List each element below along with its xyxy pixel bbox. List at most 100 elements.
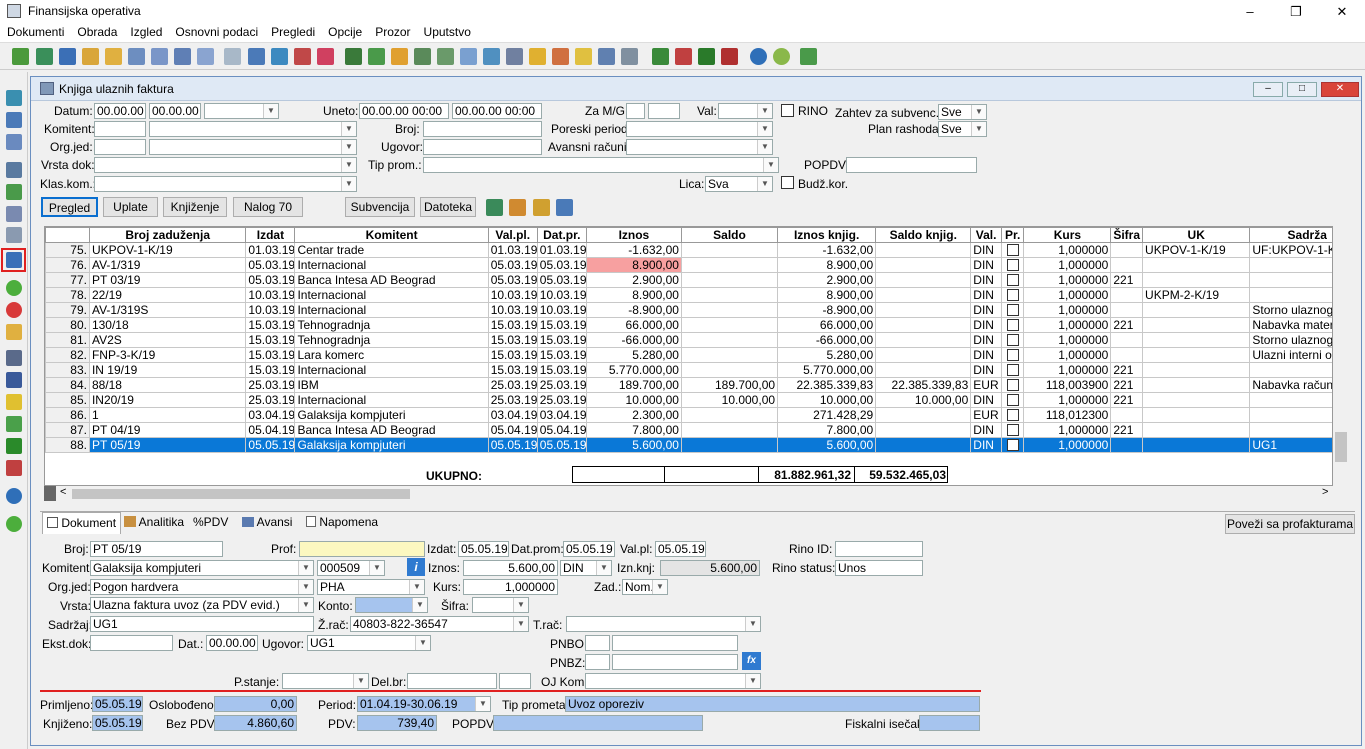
toolbar-icon[interactable]	[652, 48, 669, 65]
zahtev-select[interactable]: Sve ▼	[938, 104, 987, 120]
toolbar-icon[interactable]	[248, 48, 265, 65]
toolbar-icon[interactable]	[437, 48, 454, 65]
cell-pr[interactable]	[1000, 242, 1025, 258]
pr-checkbox[interactable]	[1006, 379, 1019, 392]
val-select[interactable]: ▼	[718, 103, 773, 119]
toolbar-icon[interactable]	[529, 48, 546, 65]
avansni-select[interactable]: ▼	[626, 139, 773, 155]
col-header[interactable]: Sadrža	[1249, 227, 1332, 243]
toolbar-icon[interactable]	[460, 48, 477, 65]
toolbar-icon[interactable]	[391, 48, 408, 65]
table-row[interactable]: 77. PT 03/19 05.03.19 Banca Intesa AD Beogr…	[45, 272, 1332, 288]
toolbar-icon[interactable]	[6, 227, 22, 243]
search-icon[interactable]	[6, 350, 22, 366]
pnbz-model-input[interactable]	[585, 654, 610, 670]
col-header[interactable]: Val.	[970, 227, 1002, 243]
toolbar-icon[interactable]	[105, 48, 122, 65]
zad-select[interactable]: Nom. ▼	[622, 579, 668, 595]
pr-checkbox[interactable]	[1006, 334, 1019, 347]
orgjed-select[interactable]: ▼	[149, 139, 357, 155]
col-header[interactable]: Saldo knjig.	[875, 227, 972, 243]
toolbar-icon[interactable]	[12, 48, 29, 65]
toolbar-icon[interactable]	[552, 48, 569, 65]
ugovor-filter-input[interactable]	[423, 139, 542, 155]
table-row[interactable]: 78. 22/19 10.03.19 Internacional 10.03.19 10.…	[45, 287, 1332, 303]
lica-select[interactable]: Sva ▼	[705, 176, 773, 192]
col-header[interactable]: Val.pl.	[487, 227, 538, 243]
period-select[interactable]: 01.04.19-30.06.19 ▼	[357, 696, 491, 712]
toolbar-icon[interactable]	[36, 48, 53, 65]
table-row[interactable]: 75. UKPOV-1-K/19 01.03.19 Centar trade 01.03…	[45, 242, 1332, 258]
window-minimize-button[interactable]: –	[1253, 82, 1283, 97]
pr-checkbox[interactable]	[1006, 244, 1019, 257]
toolbar-icon[interactable]	[345, 48, 362, 65]
menu-izgled[interactable]: Izgled	[123, 23, 168, 39]
col-header[interactable]: Kurs	[1023, 227, 1112, 243]
menu-pregledi[interactable]: Pregledi	[264, 23, 321, 39]
toolbar-icon[interactable]	[773, 48, 790, 65]
nalog-button[interactable]: Nalog 70	[233, 197, 303, 217]
table-row[interactable]: 88. PT 05/19 05.05.19 Galaksija kompjuteri 0…	[45, 437, 1332, 453]
subvencija-button[interactable]: Subvencija	[345, 197, 415, 217]
datoteka-button[interactable]: Datoteka	[420, 197, 476, 217]
scroll-thumb[interactable]	[1335, 432, 1347, 462]
cell-pr[interactable]	[1000, 422, 1025, 438]
cell-pr[interactable]	[1000, 272, 1025, 288]
table-row[interactable]: 82. FNP-3-K/19 15.03.19 Lara komerc 15.03.19…	[45, 347, 1332, 363]
table-row[interactable]: 81. AV2S 15.03.19 Tehnogradnja 15.03.19 15.03…	[45, 332, 1332, 348]
broj-filter-input[interactable]	[423, 121, 542, 137]
table-row[interactable]: 80. 130/18 15.03.19 Tehnogradnja 15.03.19 15.…	[45, 317, 1332, 333]
tab-napomena[interactable]: Napomena	[302, 512, 382, 534]
pnbo-input[interactable]	[612, 635, 738, 651]
menu-obrada[interactable]: Obrada	[70, 23, 123, 39]
invoice-grid[interactable]: Broj zaduženja Izdat Komitent Val.pl. Da…	[44, 226, 1333, 486]
toolbar-icon[interactable]	[598, 48, 615, 65]
datum-from-input[interactable]: 00.00.00	[94, 103, 146, 119]
datum-select[interactable]: ▼	[204, 103, 279, 119]
konto-select[interactable]: ▼	[355, 597, 428, 613]
pr-checkbox[interactable]	[1006, 364, 1019, 377]
datprom-input[interactable]: 05.05.19	[563, 541, 615, 557]
edit-icon[interactable]	[6, 324, 22, 340]
pr-checkbox[interactable]	[1006, 439, 1019, 452]
popdv-filter-input[interactable]	[846, 157, 977, 173]
tab-dokument[interactable]: Dokument	[42, 512, 122, 534]
col-header[interactable]: Iznos	[585, 227, 682, 243]
sifra-select[interactable]: ▼	[472, 597, 529, 613]
plan-select[interactable]: Sve ▼	[938, 121, 987, 137]
help-icon[interactable]	[750, 48, 767, 65]
toolbar-icon[interactable]	[6, 438, 22, 454]
iznos-input[interactable]: 5.600,00	[463, 560, 558, 576]
toolbar-icon[interactable]	[698, 48, 715, 65]
toolbar-icon[interactable]	[414, 48, 431, 65]
cell-pr[interactable]	[1000, 257, 1025, 273]
col-header[interactable]: Dat.pr.	[536, 227, 587, 243]
minimize-button[interactable]: –	[1227, 0, 1273, 23]
info-icon[interactable]: i	[407, 558, 425, 576]
toolbar-icon[interactable]	[271, 48, 288, 65]
table-row[interactable]: 87. PT 04/19 05.04.19 Banca Intesa AD Beogr…	[45, 422, 1332, 438]
col-header[interactable]: Iznos knjig.	[777, 227, 877, 243]
rinostatus-input[interactable]: Unos	[835, 560, 923, 576]
toolbar-icon[interactable]	[174, 48, 191, 65]
vrsta-filter-select[interactable]: ▼	[94, 157, 357, 173]
cell-pr[interactable]	[1000, 347, 1025, 363]
ekstdok-input[interactable]	[90, 635, 173, 651]
close-button[interactable]: ✕	[1319, 0, 1365, 23]
povezi-button[interactable]: Poveži sa profakturama	[1225, 514, 1355, 534]
valpl-input[interactable]: 05.05.19	[655, 541, 706, 557]
vrsta-form-select[interactable]: Ulazna faktura uvoz (za PDV evid.) ▼	[90, 597, 314, 613]
toolbar-icon[interactable]	[6, 134, 22, 150]
toolbar-icon[interactable]	[575, 48, 592, 65]
save-as-icon[interactable]	[6, 112, 22, 128]
klas-select[interactable]: ▼	[94, 176, 357, 192]
restore-button[interactable]: ❐	[1273, 0, 1319, 23]
table-row[interactable]: 83. IN 19/19 15.03.19 Internacional 15.03.19…	[45, 362, 1332, 378]
pr-checkbox[interactable]	[1006, 289, 1019, 302]
chart-icon[interactable]	[6, 252, 22, 268]
toolbar-icon[interactable]	[6, 184, 22, 200]
cell-pr[interactable]	[1000, 392, 1025, 408]
tipprom-filter-select[interactable]: ▼	[423, 157, 779, 173]
fx-icon[interactable]: fx	[742, 652, 761, 670]
komitent-form-select[interactable]: Galaksija kompjuteri ▼	[90, 560, 314, 576]
